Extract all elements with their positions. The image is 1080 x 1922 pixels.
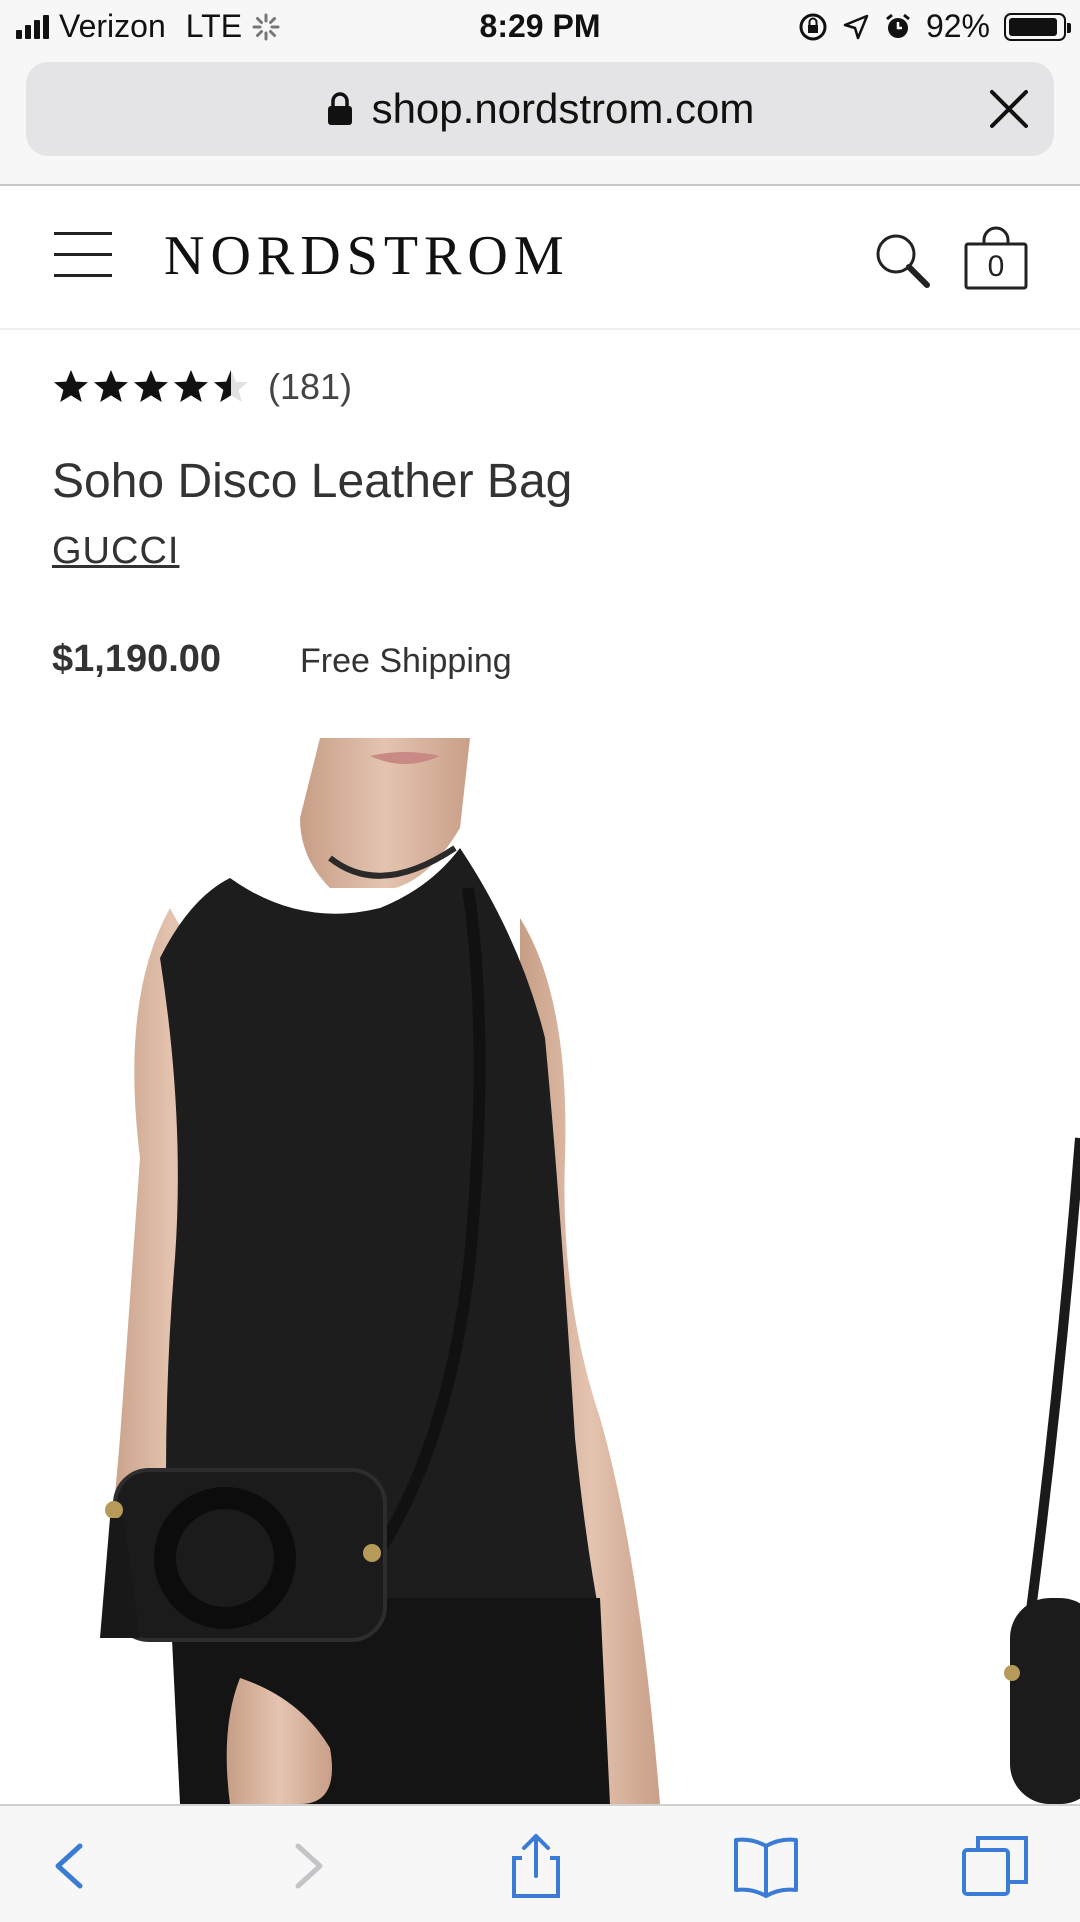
alarm-icon [886,13,910,38]
search-icon[interactable] [872,230,932,290]
star-rating [52,368,250,406]
star-icon [94,370,128,402]
model-photo [100,738,1080,1804]
lock-icon [327,92,352,125]
star-icon [54,370,88,402]
share-icon[interactable] [500,1832,572,1900]
product-title: Soho Disco Leather Bag [52,455,573,508]
status-right: 92% [798,8,1071,45]
shipping-info: Free Shipping [300,642,512,680]
battery-percent: 92% [925,8,990,44]
url-text: shop.nordstrom.com [371,85,755,132]
product-price: $1,190.00 [52,638,222,680]
star-icon [134,370,168,402]
location-arrow-icon [843,14,869,39]
browser-url-area: shop.nordstrom.com [0,52,1080,186]
bookmarks-icon[interactable] [730,1832,802,1900]
menu-icon[interactable] [54,232,112,278]
shopping-bag-button[interactable]: 0 [962,226,1030,290]
star-icon [214,370,248,402]
nordstrom-logo[interactable]: NORDSTROM [164,224,570,288]
close-icon[interactable] [984,84,1034,134]
review-count: (181) [268,366,353,407]
battery-fill [1009,17,1057,36]
star-icon [174,370,208,402]
address-bar-content: shop.nordstrom.com [26,62,1054,156]
tabs-icon[interactable] [960,1832,1032,1900]
brand-link[interactable]: GUCCI [52,530,179,573]
product-image[interactable] [0,738,1080,1804]
status-bar: Verizon LTE 8:29 PM 92% [0,0,1080,52]
orientation-lock-icon [799,13,827,40]
browser-toolbar [0,1804,1080,1922]
battery-icon [1004,12,1071,41]
forward-arrow-icon[interactable] [270,1832,342,1900]
address-bar[interactable]: shop.nordstrom.com [26,62,1054,156]
site-header: NORDSTROM 0 [0,186,1080,330]
product-rating[interactable]: (181) [52,366,352,408]
back-arrow-icon[interactable] [36,1832,108,1900]
bag-count: 0 [987,250,1005,283]
